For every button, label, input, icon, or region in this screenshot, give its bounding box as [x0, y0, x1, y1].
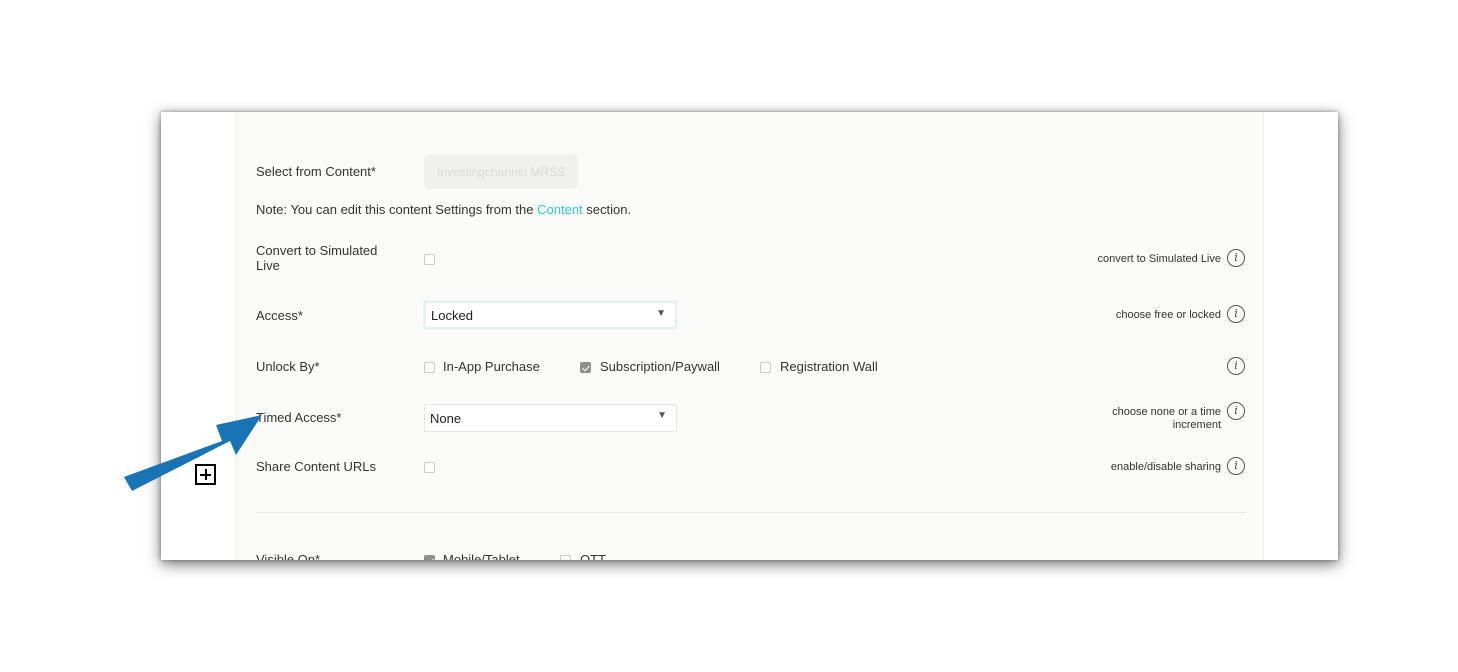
content-source-pill: Investingchannel MRSS [424, 154, 578, 189]
subscription-paywall-checkbox[interactable] [580, 362, 591, 373]
note-suffix: section. [582, 202, 632, 217]
plus-icon[interactable] [195, 464, 216, 485]
simulated-live-label: Convert to Simulated Live [256, 243, 378, 273]
mobile-tablet-label: Mobile/Tablet [443, 552, 520, 560]
registration-wall-checkbox[interactable] [760, 362, 771, 373]
ott-label: OTT [580, 552, 606, 560]
visible-on-label: Visible On* [256, 552, 321, 560]
info-icon[interactable]: i [1227, 357, 1245, 375]
access-hint: choose free or locked [1115, 309, 1221, 321]
share-urls-hint: enable/disable sharing [1110, 461, 1221, 473]
dropdown-arrow-icon: ▼ [657, 410, 667, 421]
simulated-live-hint: convert to Simulated Live [1097, 253, 1221, 265]
content-note: Note: You can edit this content Settings… [256, 202, 631, 217]
mobile-tablet-checkbox[interactable] [424, 555, 435, 560]
registration-wall-label: Registration Wall [780, 359, 878, 374]
annotation-arrow-icon [124, 415, 262, 491]
info-icon[interactable]: i [1227, 457, 1245, 475]
subscription-paywall-label: Subscription/Paywall [600, 359, 720, 374]
info-icon[interactable]: i [1227, 249, 1245, 267]
in-app-purchase-checkbox[interactable] [424, 362, 435, 373]
info-icon[interactable]: i [1227, 305, 1245, 323]
info-icon[interactable]: i [1227, 402, 1245, 420]
timed-access-hint: choose none or a time increment [1112, 406, 1221, 432]
share-urls-checkbox[interactable] [424, 462, 435, 473]
content-link[interactable]: Content [537, 202, 583, 217]
content-settings-panel: Select from Content* Investingchannel MR… [236, 112, 1264, 560]
select-content-label: Select from Content* [256, 164, 376, 179]
section-divider [256, 512, 1246, 513]
timed-access-select[interactable]: None ▼ [424, 404, 677, 432]
simulated-live-checkbox[interactable] [424, 254, 435, 265]
ott-checkbox[interactable] [560, 555, 571, 560]
access-select[interactable]: Locked ▼ [424, 301, 677, 329]
timed-access-hint-line1: choose none or a time [1112, 406, 1221, 418]
access-value: Locked [431, 307, 473, 323]
timed-access-hint-line2: increment [1172, 419, 1221, 431]
unlock-by-label: Unlock By* [256, 359, 320, 374]
access-label: Access* [256, 308, 303, 323]
timed-access-value: None [430, 410, 462, 426]
share-urls-label: Share Content URLs [256, 459, 376, 474]
dropdown-arrow-icon: ▼ [656, 308, 666, 319]
settings-window: Select from Content* Investingchannel MR… [161, 112, 1338, 560]
in-app-purchase-label: In-App Purchase [443, 359, 540, 374]
note-prefix: Note: You can edit this content Settings… [256, 202, 538, 217]
timed-access-label: Timed Access* [256, 410, 342, 425]
